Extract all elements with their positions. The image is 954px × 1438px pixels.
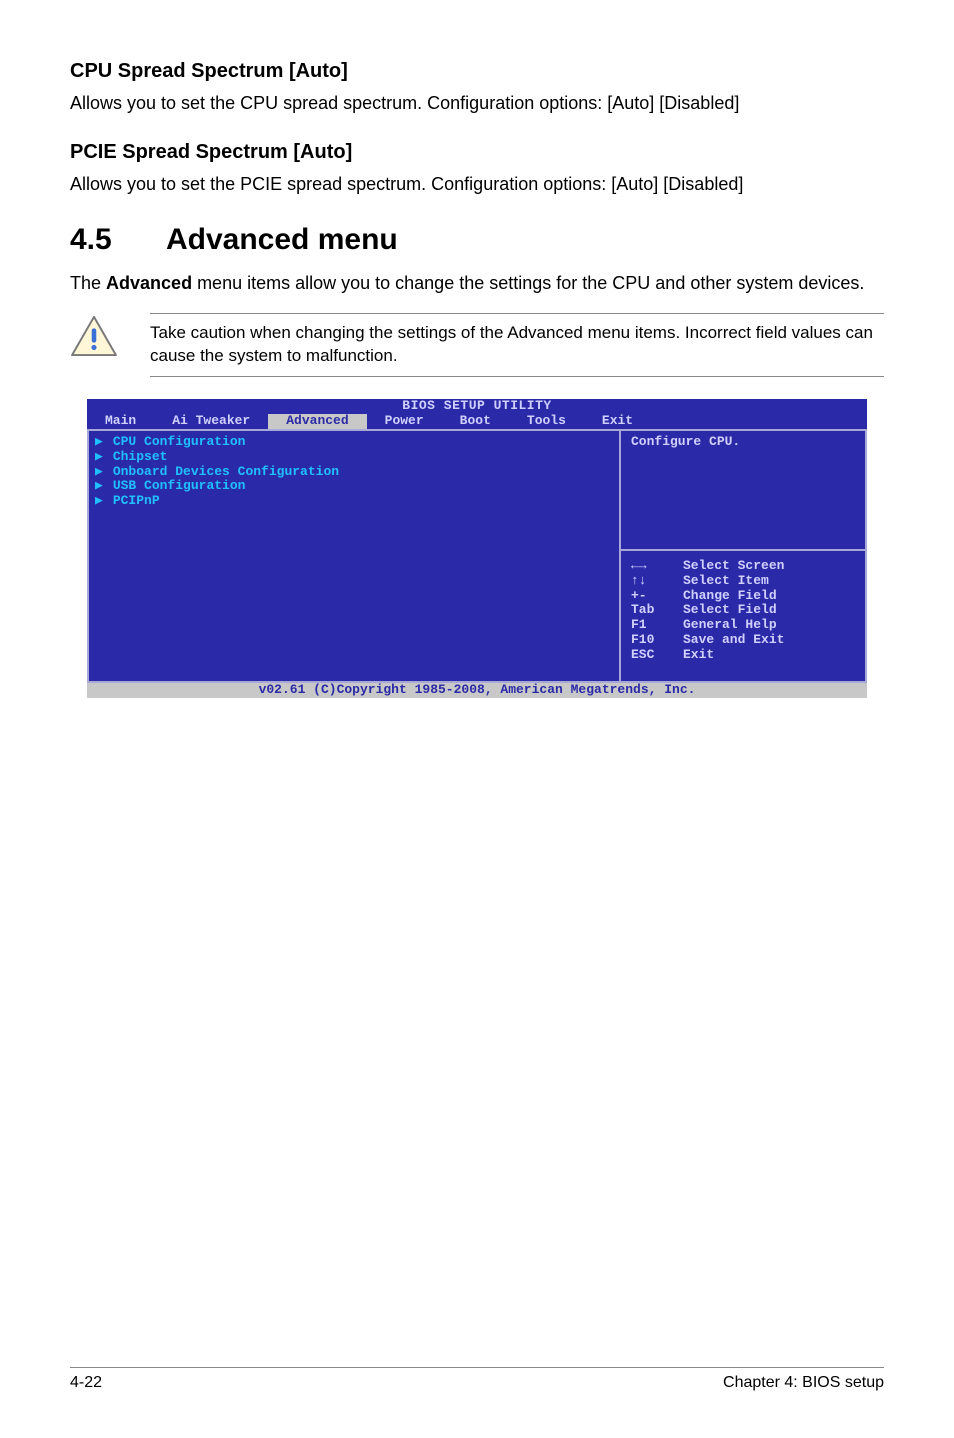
help-row: +- Change Field bbox=[631, 589, 855, 604]
bios-item-chipset[interactable]: ▶ Chipset bbox=[95, 450, 613, 465]
triangle-icon: ▶ bbox=[95, 479, 103, 494]
tab-main[interactable]: Main bbox=[87, 414, 154, 429]
bios-item-label: CPU Configuration bbox=[113, 435, 246, 450]
chapter-label: Chapter 4: BIOS setup bbox=[723, 1374, 884, 1392]
bios-item-cpu-config[interactable]: ▶ CPU Configuration bbox=[95, 435, 613, 450]
help-key: +- bbox=[631, 589, 675, 604]
help-row: ESC Exit bbox=[631, 648, 855, 663]
pcie-spread-heading: PCIE Spread Spectrum [Auto] bbox=[70, 141, 884, 164]
tab-boot[interactable]: Boot bbox=[442, 414, 509, 429]
bios-footer: v02.61 (C)Copyright 1985-2008, American … bbox=[87, 683, 867, 698]
caution-callout: Take caution when changing the settings … bbox=[70, 313, 884, 377]
help-key: ↑↓ bbox=[631, 574, 675, 589]
help-key: F1 bbox=[631, 618, 675, 633]
bios-title: BIOS SETUP UTILITY bbox=[87, 399, 867, 414]
caution-icon bbox=[70, 315, 118, 362]
bios-left-panel: ▶ CPU Configuration ▶ Chipset ▶ Onboard Dev… bbox=[87, 429, 621, 683]
help-desc: Change Field bbox=[683, 589, 777, 604]
bios-help-title: Configure CPU. bbox=[631, 434, 740, 449]
help-desc: General Help bbox=[683, 618, 777, 633]
help-key: ←→ bbox=[631, 559, 675, 574]
triangle-icon: ▶ bbox=[95, 450, 103, 465]
tab-exit[interactable]: Exit bbox=[584, 414, 651, 429]
bios-item-label: Onboard Devices Configuration bbox=[113, 465, 339, 480]
bios-item-usb[interactable]: ▶ USB Configuration bbox=[95, 479, 613, 494]
help-row: Tab Select Field bbox=[631, 603, 855, 618]
tab-power[interactable]: Power bbox=[367, 414, 442, 429]
bios-help-top: Configure CPU. bbox=[621, 429, 867, 551]
bios-item-label: PCIPnP bbox=[113, 494, 160, 509]
page-footer: 4-22 Chapter 4: BIOS setup bbox=[70, 1367, 884, 1392]
bios-panel: BIOS SETUP UTILITY Main Ai Tweaker Advan… bbox=[87, 399, 867, 698]
page-number: 4-22 bbox=[70, 1374, 102, 1392]
bios-item-label: Chipset bbox=[113, 450, 168, 465]
help-desc: Exit bbox=[683, 648, 714, 663]
intro-suffix: menu items allow you to change the setti… bbox=[192, 273, 864, 293]
triangle-icon: ▶ bbox=[95, 435, 103, 450]
help-key: Tab bbox=[631, 603, 675, 618]
bios-menu-bar: Main Ai Tweaker Advanced Power Boot Tool… bbox=[87, 414, 867, 429]
bios-item-pcipnp[interactable]: ▶ PCIPnP bbox=[95, 494, 613, 509]
pcie-spread-body: Allows you to set the PCIE spread spectr… bbox=[70, 172, 884, 196]
intro-prefix: The bbox=[70, 273, 106, 293]
help-row: ←→ Select Screen bbox=[631, 559, 855, 574]
advanced-menu-heading: 4.5Advanced menu bbox=[70, 223, 884, 257]
triangle-icon: ▶ bbox=[95, 494, 103, 509]
bios-item-label: USB Configuration bbox=[113, 479, 246, 494]
cpu-spread-heading: CPU Spread Spectrum [Auto] bbox=[70, 60, 884, 83]
help-desc: Select Item bbox=[683, 574, 769, 589]
tab-advanced[interactable]: Advanced bbox=[268, 414, 366, 429]
heading-title: Advanced menu bbox=[166, 223, 398, 256]
intro-bold: Advanced bbox=[106, 273, 192, 293]
help-row: ↑↓ Select Item bbox=[631, 574, 855, 589]
heading-number: 4.5 bbox=[70, 223, 166, 257]
help-row: F10 Save and Exit bbox=[631, 633, 855, 648]
tab-ai-tweaker[interactable]: Ai Tweaker bbox=[154, 414, 268, 429]
help-desc: Select Field bbox=[683, 603, 777, 618]
cpu-spread-body: Allows you to set the CPU spread spectru… bbox=[70, 91, 884, 115]
help-key: ESC bbox=[631, 648, 675, 663]
bios-body: ▶ CPU Configuration ▶ Chipset ▶ Onboard Dev… bbox=[87, 429, 867, 683]
bios-help-keys: ←→ Select Screen ↑↓ Select Item +- Change F… bbox=[621, 551, 867, 683]
help-key: F10 bbox=[631, 633, 675, 648]
bios-right-panel: Configure CPU. ←→ Select Screen ↑↓ Select … bbox=[621, 429, 867, 683]
help-desc: Save and Exit bbox=[683, 633, 784, 648]
tab-tools[interactable]: Tools bbox=[509, 414, 584, 429]
bios-item-onboard[interactable]: ▶ Onboard Devices Configuration bbox=[95, 465, 613, 480]
caution-text: Take caution when changing the settings … bbox=[150, 313, 884, 377]
help-row: F1 General Help bbox=[631, 618, 855, 633]
triangle-icon: ▶ bbox=[95, 465, 103, 480]
help-desc: Select Screen bbox=[683, 559, 784, 574]
advanced-intro: The Advanced menu items allow you to cha… bbox=[70, 271, 884, 295]
